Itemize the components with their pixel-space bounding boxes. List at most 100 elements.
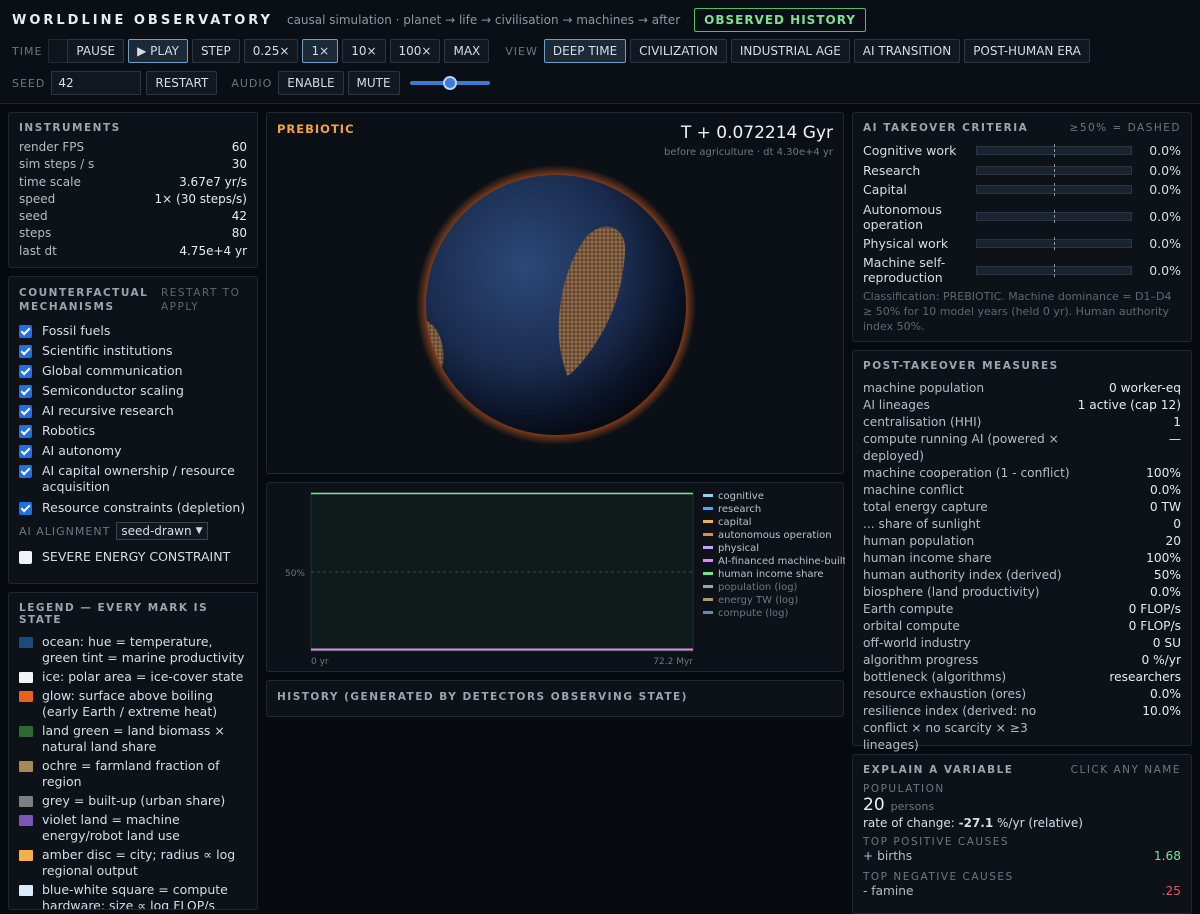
audio-enable-button[interactable]: ENABLE	[278, 71, 344, 95]
checkbox-checked[interactable]	[19, 345, 32, 358]
checkbox-checked[interactable]	[19, 445, 32, 458]
volume-slider-knob[interactable]	[442, 76, 457, 90]
criteria-name[interactable]: Machine self-reproduction	[863, 255, 976, 285]
mechanism-scientific-institutions[interactable]: Scientific institutions	[19, 343, 247, 358]
measure-row[interactable]: Earth compute 0 FLOP/s	[863, 601, 1181, 618]
legend-item: ocean: hue = temperature, green tint = m…	[19, 634, 247, 666]
legend-item: ochre = farmland fraction of region	[19, 758, 247, 790]
mechanism-ai-capital-ownership[interactable]: AI capital ownership / resource acquisit…	[19, 463, 247, 495]
measure-row[interactable]: resource exhaustion (ores) 0.0%	[863, 686, 1181, 703]
measure-name[interactable]: compute running AI (powered × deployed)	[863, 431, 1078, 465]
speed-025-button[interactable]: 0.25×	[243, 39, 299, 63]
criteria-row[interactable]: Autonomous operation 0.0%	[863, 200, 1181, 234]
measure-row[interactable]: centralisation (HHI) 1	[863, 414, 1181, 431]
measure-name[interactable]: resource exhaustion (ores)	[863, 686, 1026, 703]
severe-energy-constraint[interactable]: SEVERE ENERGY CONSTRAINT	[19, 549, 247, 564]
checkbox-checked[interactable]	[19, 405, 32, 418]
checkbox-checked[interactable]	[19, 365, 32, 378]
view-ai-transition-button[interactable]: AI TRANSITION	[853, 39, 961, 63]
measure-name[interactable]: off-world industry	[863, 635, 971, 652]
criteria-row[interactable]: Cognitive work 0.0%	[863, 141, 1181, 161]
explain-unit: persons	[890, 800, 935, 813]
measure-name[interactable]: Earth compute	[863, 601, 953, 618]
speed-100-button[interactable]: 100×	[389, 39, 441, 63]
measure-row[interactable]: biosphere (land productivity) 0.0%	[863, 584, 1181, 601]
criteria-name[interactable]: Capital	[863, 182, 976, 197]
measure-row[interactable]: bottleneck (algorithms) researchers	[863, 669, 1181, 686]
measure-row[interactable]: off-world industry 0 SU	[863, 635, 1181, 652]
view-deep-time-button[interactable]: DEEP TIME	[543, 39, 627, 63]
criteria-name[interactable]: Autonomous operation	[863, 202, 976, 232]
measure-name[interactable]: machine conflict	[863, 482, 964, 499]
measure-name[interactable]: human population	[863, 533, 974, 550]
measure-name[interactable]: total energy capture	[863, 499, 988, 516]
negative-cause-row[interactable]: - famine .25	[863, 883, 1181, 900]
restart-button[interactable]: RESTART	[146, 71, 218, 95]
measure-row[interactable]: machine cooperation (1 - conflict) 100%	[863, 465, 1181, 482]
measure-row[interactable]: total energy capture 0 TW	[863, 499, 1181, 516]
measure-name[interactable]: centralisation (HHI)	[863, 414, 981, 431]
checkbox-checked[interactable]	[19, 325, 32, 338]
measure-name[interactable]: bottleneck (algorithms)	[863, 669, 1006, 686]
globe-canvas[interactable]	[267, 113, 844, 474]
measure-name[interactable]: human authority index (derived)	[863, 567, 1062, 584]
volume-slider[interactable]	[409, 76, 490, 90]
criteria-name[interactable]: Research	[863, 163, 976, 178]
measure-row[interactable]: machine population 0 worker-eq	[863, 380, 1181, 397]
positive-cause-row[interactable]: + births 1.68	[863, 848, 1181, 865]
measure-name[interactable]: AI lineages	[863, 397, 930, 414]
measure-name[interactable]: biosphere (land productivity)	[863, 584, 1040, 601]
mechanism-fossil-fuels[interactable]: Fossil fuels	[19, 323, 247, 338]
checkbox-checked[interactable]	[19, 385, 32, 398]
criteria-row[interactable]: Physical work 0.0%	[863, 234, 1181, 254]
seed-input[interactable]	[51, 71, 142, 95]
play-button[interactable]: ▶ PLAY	[128, 39, 188, 63]
measure-row[interactable]: algorithm progress 0 %/yr	[863, 652, 1181, 669]
measure-name[interactable]: ... share of sunlight	[863, 516, 981, 533]
measure-name[interactable]: resilience index (derived: no conflict ×…	[863, 703, 1078, 754]
observed-history-badge[interactable]: OBSERVED HISTORY	[694, 8, 866, 32]
measure-row[interactable]: human income share 100%	[863, 550, 1181, 567]
audio-mute-button[interactable]: MUTE	[347, 71, 400, 95]
view-civilization-button[interactable]: CIVILIZATION	[630, 39, 727, 63]
criteria-name[interactable]: Cognitive work	[863, 143, 976, 158]
measure-name[interactable]: machine cooperation (1 - conflict)	[863, 465, 1070, 482]
mechanism-ai-autonomy[interactable]: AI autonomy	[19, 443, 247, 458]
measure-name[interactable]: machine population	[863, 380, 984, 397]
measure-row[interactable]: AI lineages 1 active (cap 12)	[863, 397, 1181, 414]
view-post-human-button[interactable]: POST-HUMAN ERA	[964, 39, 1090, 63]
checkbox-checked[interactable]	[19, 465, 32, 478]
criteria-name[interactable]: Physical work	[863, 236, 976, 251]
measure-row[interactable]: human population 20	[863, 533, 1181, 550]
measure-row[interactable]: orbital compute 0 FLOP/s	[863, 618, 1181, 635]
measure-row[interactable]: machine conflict 0.0%	[863, 482, 1181, 499]
criteria-row[interactable]: Research 0.0%	[863, 161, 1181, 181]
measure-name[interactable]: human income share	[863, 550, 992, 567]
checkbox-checked[interactable]	[19, 425, 32, 438]
mechanism-semiconductor-scaling[interactable]: Semiconductor scaling	[19, 383, 247, 398]
measure-row[interactable]: resilience index (derived: no conflict ×…	[863, 703, 1181, 754]
criteria-row[interactable]: Capital 0.0%	[863, 180, 1181, 200]
pause-button[interactable]: PAUSE	[67, 39, 125, 63]
mechanism-robotics[interactable]: Robotics	[19, 423, 247, 438]
checkbox-checked[interactable]	[19, 502, 32, 515]
speed-1-button[interactable]: 1×	[302, 39, 339, 63]
alignment-select[interactable]: seed-drawn ▼	[116, 522, 208, 540]
instrument-row: time scale 3.67e7 yr/s	[19, 174, 247, 189]
measure-row[interactable]: human authority index (derived) 50%	[863, 567, 1181, 584]
view-industrial-age-button[interactable]: INDUSTRIAL AGE	[730, 39, 850, 63]
measure-name[interactable]: algorithm progress	[863, 652, 978, 669]
criteria-row[interactable]: Machine self-reproduction 0.0%	[863, 253, 1181, 287]
legend-panel: LEGEND — EVERY MARK IS STATE ocean: hue …	[8, 592, 258, 910]
measure-name[interactable]: orbital compute	[863, 618, 960, 635]
measure-row[interactable]: compute running AI (powered × deployed) —	[863, 431, 1181, 465]
speed-10-button[interactable]: 10×	[342, 39, 386, 63]
measure-row[interactable]: ... share of sunlight 0	[863, 516, 1181, 533]
mechanism-ai-recursive-research[interactable]: AI recursive research	[19, 403, 247, 418]
time-series-chart[interactable]: 50% 0 yr 72.2 Myr cognitive research capital a…	[267, 483, 845, 673]
step-button[interactable]: STEP	[191, 39, 240, 63]
mechanism-global-communication[interactable]: Global communication	[19, 363, 247, 378]
mechanism-resource-constraints[interactable]: Resource constraints (depletion)	[19, 500, 247, 515]
speed-max-button[interactable]: MAX	[444, 39, 490, 63]
checkbox-unchecked[interactable]	[19, 551, 32, 564]
